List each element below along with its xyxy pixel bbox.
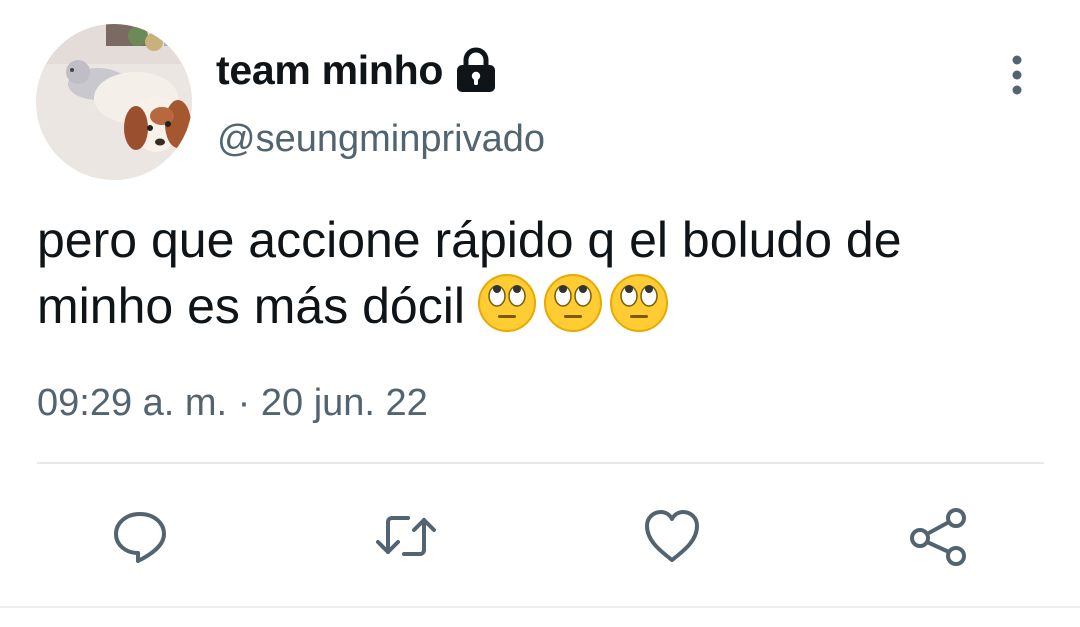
emoji-group — [477, 273, 669, 333]
like-icon — [645, 510, 699, 562]
bottom-divider — [0, 606, 1080, 608]
avatar-image — [36, 24, 192, 180]
rolling-eyes-emoji-icon — [543, 273, 603, 333]
display-name-row: team minho — [216, 44, 499, 96]
more-options-icon[interactable] — [1000, 54, 1034, 98]
tweet-text-line-1: pero que accione rápido q el boludo de — [37, 212, 902, 268]
divider — [37, 462, 1044, 464]
lock-icon — [453, 46, 499, 94]
reply-icon — [114, 512, 166, 563]
tweet-timestamp[interactable]: 09:29 a. m. · 20 jun. 22 — [37, 382, 428, 425]
share-icon — [910, 508, 966, 566]
user-handle[interactable]: @seungminprivado — [217, 118, 545, 161]
retweet-button[interactable] — [374, 504, 438, 568]
rolling-eyes-emoji-icon — [477, 273, 537, 333]
tweet-card: team minho @seungminprivado pero que acc… — [0, 0, 1080, 627]
tweet-text-line-2: minho es más dócil — [37, 273, 1047, 339]
reply-button[interactable] — [108, 504, 172, 568]
tweet-text: pero que accione rápido q el boludo de m… — [37, 208, 1047, 339]
retweet-icon — [376, 516, 436, 556]
share-button[interactable] — [906, 504, 970, 568]
like-button[interactable] — [640, 504, 704, 568]
avatar[interactable] — [36, 24, 192, 180]
rolling-eyes-emoji-icon — [609, 273, 669, 333]
display-name[interactable]: team minho — [216, 47, 443, 94]
tweet-text-line-2-text: minho es más dócil — [37, 278, 465, 334]
